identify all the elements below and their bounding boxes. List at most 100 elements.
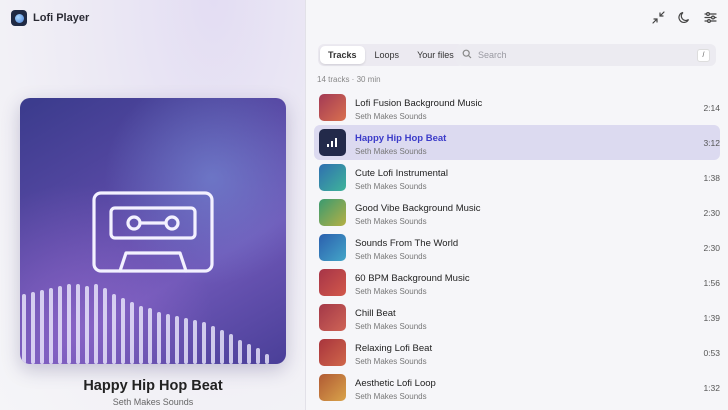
track-thumb [319, 304, 346, 331]
track-thumb [319, 94, 346, 121]
track-info: Chill Beat Seth Makes Sounds [355, 308, 427, 331]
track-duration: 3:12 [703, 138, 720, 148]
track-panel: Tracks Loops Your files / 14 tracks · 30… [306, 0, 728, 410]
track-artist: Seth Makes Sounds [355, 112, 427, 121]
track-row[interactable]: 60 BPM Background Music Seth Makes Sounds… [314, 265, 720, 300]
track-row[interactable]: Good Vibe Background Music Seth Makes Sou… [314, 195, 720, 230]
search-box: / [456, 44, 716, 66]
equalizer-bar [121, 298, 125, 364]
track-info: Sounds From The World Seth Makes Sounds [355, 238, 458, 261]
track-artist: Seth Makes Sounds [355, 322, 427, 331]
track-title: Relaxing Lofi Beat [355, 343, 433, 354]
track-info: Aesthetic Lofi Loop Seth Makes Sounds [355, 378, 436, 401]
equalizer-bar [58, 286, 62, 364]
track-thumb [319, 269, 346, 296]
equalizer-bar [148, 308, 152, 364]
track-duration: 2:14 [703, 103, 720, 113]
equalizer-bar [157, 312, 161, 364]
equalizer-bar [175, 316, 179, 364]
tab-tracks[interactable]: Tracks [320, 46, 365, 64]
track-duration: 2:30 [703, 243, 720, 253]
app-brand: Lofi Player [11, 10, 89, 26]
library-tabs: Tracks Loops Your files [318, 44, 464, 66]
equalizer-bar [49, 288, 53, 364]
equalizer-bar [265, 354, 269, 364]
collapse-icon[interactable] [651, 10, 666, 25]
track-info: Relaxing Lofi Beat Seth Makes Sounds [355, 343, 432, 366]
app-logo-icon [11, 10, 27, 26]
track-info: Good Vibe Background Music Seth Makes Sou… [355, 203, 481, 226]
now-playing-title: Happy Hip Hop Beat [83, 378, 223, 394]
now-playing-panel: Lofi Player Happy Hip Hop Beat Seth Make… [0, 0, 306, 410]
tab-loops[interactable]: Loops [367, 46, 408, 64]
track-title: Happy Hip Hop Beat [355, 133, 447, 144]
sliders-icon[interactable] [703, 10, 718, 25]
track-row[interactable]: Relaxing Lofi Beat Seth Makes Sounds 0:53 [314, 335, 720, 370]
tab-your-files[interactable]: Your files [409, 46, 462, 64]
track-row[interactable]: Aesthetic Lofi Loop Seth Makes Sounds 1:32 [314, 370, 720, 405]
search-icon [462, 46, 472, 64]
track-duration: 1:56 [703, 278, 720, 288]
track-artist: Seth Makes Sounds [355, 252, 427, 261]
equalizer-bar [22, 294, 26, 364]
track-row[interactable]: Cute Lofi Instrumental Seth Makes Sounds 1… [314, 160, 720, 195]
track-duration: 1:39 [703, 313, 720, 323]
track-duration: 2:30 [703, 208, 720, 218]
equalizer-bars [22, 284, 269, 364]
track-title: 60 BPM Background Music [355, 273, 470, 284]
now-playing-artist: Seth Makes Sounds [112, 397, 194, 407]
equalizer-bar [247, 344, 251, 364]
album-cover [20, 98, 286, 364]
track-info: Cute Lofi Instrumental Seth Makes Sounds [355, 168, 448, 191]
equalizer-bar [40, 290, 44, 364]
track-title: Sounds From The World [355, 238, 459, 249]
track-count: 14 tracks · 30 min [317, 75, 381, 84]
track-duration: 0:53 [703, 348, 720, 358]
app-title: Lofi Player [33, 12, 90, 24]
track-artist: Seth Makes Sounds [355, 357, 427, 366]
track-thumb [319, 164, 346, 191]
cover-art [22, 191, 269, 364]
equalizer-bar [193, 320, 197, 364]
equalizer-bar [67, 284, 71, 364]
track-artist: Seth Makes Sounds [355, 287, 427, 296]
equalizer-bar [103, 288, 107, 364]
track-info: 60 BPM Background Music Seth Makes Sounds [355, 273, 470, 296]
track-duration: 1:38 [703, 173, 720, 183]
track-info: Happy Hip Hop Beat Seth Makes Sounds [355, 133, 446, 156]
track-title: Lofi Fusion Background Music [355, 98, 483, 109]
track-artist: Seth Makes Sounds [355, 147, 427, 156]
equalizer-bar [85, 286, 89, 364]
track-row[interactable]: Chill Beat Seth Makes Sounds 1:39 [314, 300, 720, 335]
track-thumb [319, 339, 346, 366]
track-artist: Seth Makes Sounds [355, 217, 427, 226]
equalizer-bar [139, 306, 143, 364]
cassette-icon [92, 191, 214, 273]
equalizer-bar [94, 284, 98, 364]
track-row[interactable]: Sounds From The World Seth Makes Sounds 2:… [314, 230, 720, 265]
track-artist: Seth Makes Sounds [355, 182, 427, 191]
equalizer-bar [238, 340, 242, 364]
track-title: Cute Lofi Instrumental [355, 168, 448, 179]
equalizer-bar [130, 302, 134, 364]
track-thumb [319, 199, 346, 226]
track-thumb [319, 234, 346, 261]
track-info: Lofi Fusion Background Music Seth Makes S… [355, 98, 482, 121]
equalizer-bar [184, 318, 188, 364]
equalizer-bar [76, 284, 80, 364]
moon-icon[interactable] [677, 10, 692, 25]
window-toolbar [651, 10, 718, 25]
equalizer-bar [229, 334, 233, 364]
track-list: Lofi Fusion Background Music Seth Makes S… [314, 90, 720, 405]
search-input[interactable] [478, 50, 678, 60]
now-playing-thumb [319, 129, 346, 156]
track-title: Aesthetic Lofi Loop [355, 378, 436, 389]
track-row[interactable]: Happy Hip Hop Beat Seth Makes Sounds 3:12 [314, 125, 720, 160]
equalizer-bar [166, 314, 170, 364]
track-thumb [319, 374, 346, 401]
equalizer-bar [211, 326, 215, 364]
track-row[interactable]: Lofi Fusion Background Music Seth Makes S… [314, 90, 720, 125]
equalizer-bar [220, 330, 224, 364]
search-shortcut-key: / [697, 48, 710, 62]
equalizer-bar [256, 348, 260, 364]
